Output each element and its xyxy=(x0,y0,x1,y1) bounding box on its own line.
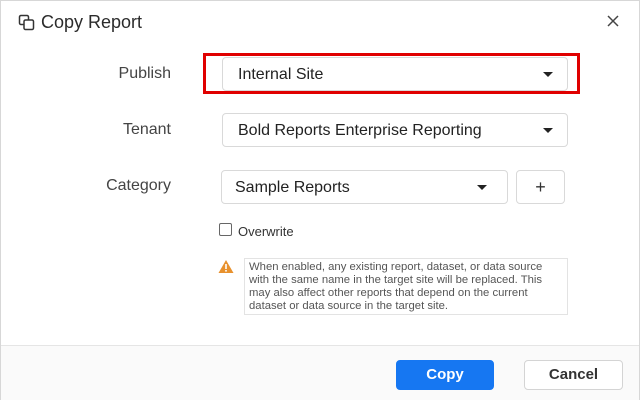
add-category-label: + xyxy=(535,177,546,197)
publish-label: Publish xyxy=(118,65,171,82)
overwrite-checkbox[interactable] xyxy=(219,223,232,236)
copy-icon xyxy=(18,14,35,31)
category-dropdown[interactable]: Sample Reports xyxy=(221,170,508,204)
highlight-box xyxy=(203,53,580,94)
overwrite-warning-text: When enabled, any existing report, datas… xyxy=(244,258,568,315)
chevron-down-icon xyxy=(543,128,553,133)
copy-button[interactable]: Copy xyxy=(396,360,494,390)
dialog-footer: Copy Cancel xyxy=(1,345,639,400)
copy-report-dialog: Copy Report Publish Internal Site Tenant… xyxy=(0,0,640,400)
cancel-button[interactable]: Cancel xyxy=(524,360,623,390)
dialog-title: Copy Report xyxy=(41,12,143,32)
tenant-label: Tenant xyxy=(122,121,171,138)
add-category-button[interactable]: + xyxy=(516,170,565,204)
tenant-value: Bold Reports Enterprise Reporting xyxy=(238,122,482,139)
close-icon[interactable] xyxy=(603,11,623,31)
tenant-dropdown[interactable]: Bold Reports Enterprise Reporting xyxy=(222,113,568,147)
dialog-header: Copy Report xyxy=(1,1,639,45)
overwrite-label[interactable]: Overwrite xyxy=(238,224,294,239)
category-label: Category xyxy=(106,177,171,194)
chevron-down-icon xyxy=(477,185,487,190)
warning-icon xyxy=(218,260,234,273)
category-value: Sample Reports xyxy=(235,179,350,196)
